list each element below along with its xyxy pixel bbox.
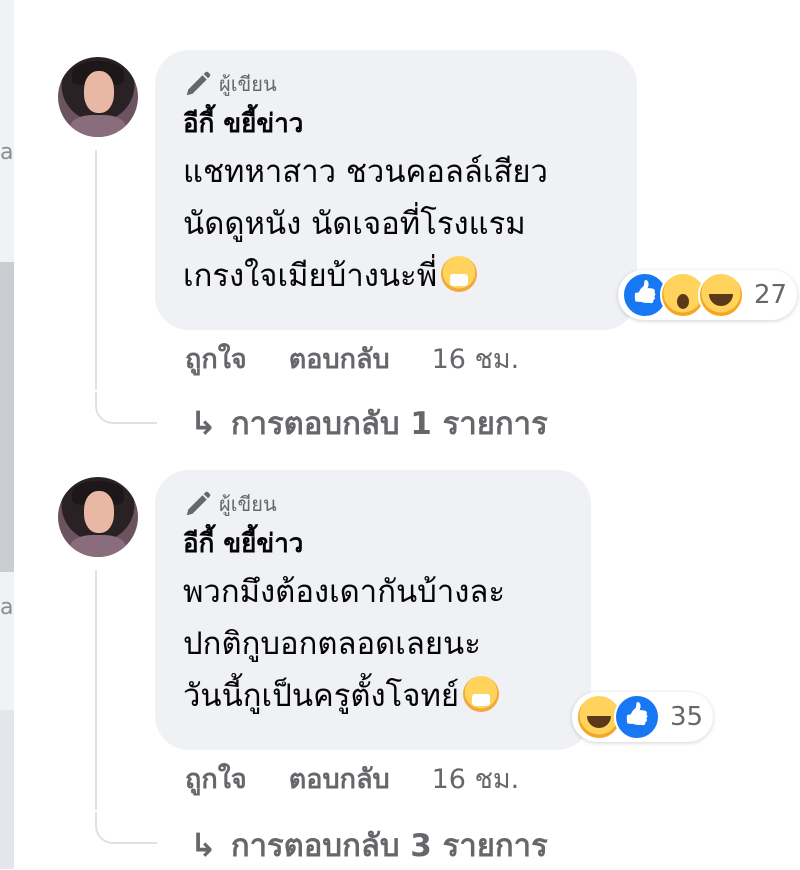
comment-bubble: ผู้เขียน อีกี้ ขยี้ข่าว พวกมึงต้องเดากัน… (155, 470, 591, 750)
reaction-summary[interactable]: 27 (618, 270, 798, 320)
comment-actions: ถูกใจ ตอบกลับ 16 ชม. (185, 757, 519, 800)
reaction-count: 27 (754, 280, 788, 310)
like-reaction-icon (614, 694, 660, 740)
reply-arrow-icon: ↳ (190, 404, 217, 442)
edge-panel (0, 710, 14, 869)
comment-text: แชทหาสาว ชวนคอลล์เสียว นัดดูหนัง นัดเจอท… (183, 146, 609, 302)
author-name[interactable]: อีกี้ ขยี้ข่าว (183, 522, 563, 566)
author-badge: ผู้เขียน (183, 68, 609, 100)
author-name[interactable]: อีกี้ ขยี้ข่าว (183, 102, 609, 146)
edge-text: a (0, 140, 14, 165)
reply-link[interactable]: ตอบกลับ (289, 757, 390, 800)
like-link[interactable]: ถูกใจ (185, 757, 247, 800)
comment-text-body: แชทหาสาว ชวนคอลล์เสียว นัดดูหนัง นัดเจอท… (183, 154, 548, 294)
comment-timestamp[interactable]: 16 ชม. (432, 337, 520, 380)
face-with-hand-over-mouth-icon (463, 676, 500, 712)
author-badge-label: ผู้เขียน (219, 492, 277, 516)
thread-connector (95, 812, 157, 844)
avatar-shirt (70, 535, 126, 557)
comment-text-body: พวกมึงต้องเดากันบ้างละ ปกติกูบอกตลอดเลยน… (183, 574, 506, 714)
author-badge-label: ผู้เขียน (219, 72, 277, 96)
author-badge: ผู้เขียน (183, 488, 563, 520)
edge-text: a (0, 595, 14, 620)
avatar-face (84, 491, 114, 533)
avatar[interactable] (58, 57, 138, 137)
avatar[interactable] (58, 477, 138, 557)
left-edge-strip (0, 0, 14, 869)
comment-bubble: ผู้เขียน อีกี้ ขยี้ข่าว แชทหาสาว ชวนคอลล… (155, 50, 637, 330)
thread-line (95, 570, 97, 810)
edge-photo (0, 262, 14, 572)
haha-reaction-icon (698, 272, 744, 318)
thread-line (95, 150, 97, 390)
reply-link[interactable]: ตอบกลับ (289, 337, 390, 380)
pen-icon (186, 71, 211, 96)
avatar-shirt (70, 115, 126, 137)
view-replies-link[interactable]: ↳ การตอบกลับ 3 รายการ (190, 820, 548, 870)
thread-connector (95, 392, 157, 424)
comment-actions: ถูกใจ ตอบกลับ 16 ชม. (185, 337, 519, 380)
view-replies-label: การตอบกลับ 1 รายการ (230, 406, 548, 442)
face-with-hand-over-mouth-icon (441, 256, 478, 292)
reply-arrow-icon: ↳ (190, 826, 217, 864)
like-link[interactable]: ถูกใจ (185, 337, 247, 380)
reaction-count: 35 (670, 702, 704, 732)
view-replies-link[interactable]: ↳ การตอบกลับ 1 รายการ (190, 398, 548, 448)
reaction-summary[interactable]: 35 (572, 692, 714, 742)
view-replies-label: การตอบกลับ 3 รายการ (230, 828, 548, 864)
comment-text: พวกมึงต้องเดากันบ้างละ ปกติกูบอกตลอดเลยน… (183, 566, 563, 722)
avatar-face (84, 71, 114, 113)
comment-timestamp[interactable]: 16 ชม. (432, 757, 520, 800)
pen-icon (186, 491, 211, 516)
